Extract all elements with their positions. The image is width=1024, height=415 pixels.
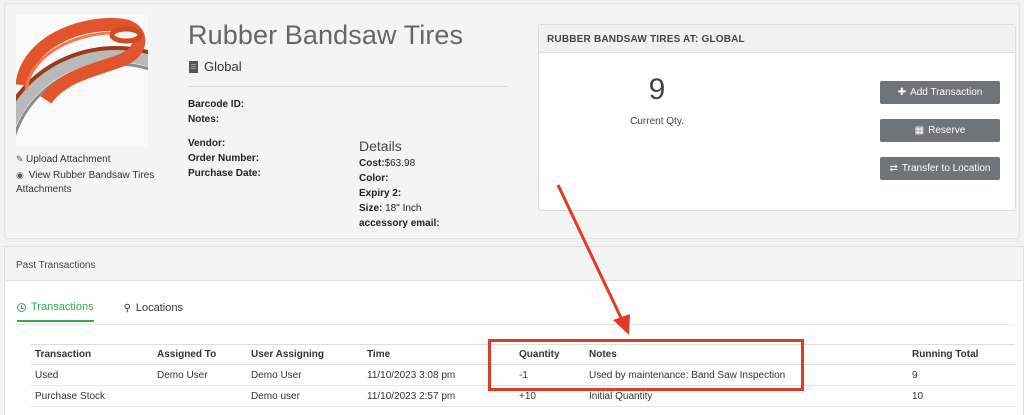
location-stock-panel: RUBBER BANDSAW TIRES AT: GLOBAL 9 Curren… — [538, 24, 1016, 211]
identity-fields: Barcode ID: Notes: — [188, 97, 244, 127]
view-attachments-link[interactable]: ◉ View Rubber Bandsaw Tires Attachments — [16, 168, 181, 198]
table-cell — [153, 385, 247, 407]
table-cell: Demo user — [247, 385, 363, 407]
field-label: Barcode ID: — [188, 99, 245, 110]
field-label: Order Number: — [188, 153, 260, 164]
transfer-arrows-icon: ⇄ — [889, 163, 898, 174]
tab-locations-label: Locations — [135, 302, 183, 314]
field-label: Expiry 2: — [359, 188, 402, 199]
item-location: Global — [189, 59, 242, 74]
view-attachments-label: View Rubber Bandsaw Tires Attachments — [16, 169, 155, 196]
detail-size: Size: 18" Inch — [359, 201, 440, 216]
table-cell: 11/10/2023 2:57 pm — [363, 385, 515, 407]
table-cell: +10 — [515, 385, 585, 407]
field-label: Notes: — [188, 114, 220, 125]
past-transactions-header: Past Transactions — [5, 247, 1023, 281]
page-title: Rubber Bandsaw Tires — [188, 20, 464, 50]
past-transactions-panel: Past Transactions Transactions ⚲ Locatio… — [4, 246, 1024, 415]
details-heading: Details — [359, 138, 402, 154]
detail-color: Color: — [359, 171, 440, 186]
transactions-table: Transaction Assigned To User Assigning T… — [31, 344, 1015, 407]
transfer-to-location-button[interactable]: ⇄ Transfer to Location — [880, 157, 1000, 180]
purchase-fields: Vendor: Order Number: Purchase Date: — [188, 136, 261, 181]
table-cell: Initial Quantity — [585, 385, 908, 407]
table-cell: 9 — [908, 364, 1015, 386]
table-cell: Used by maintenance: Band Saw Inspection — [585, 364, 908, 386]
table-cell: Demo User — [247, 364, 363, 386]
field-label: Cost: — [359, 158, 385, 169]
building-icon — [189, 60, 198, 73]
field-barcode: Barcode ID: — [188, 97, 244, 112]
table-cell: 11/10/2023 3:08 pm — [363, 364, 515, 386]
detail-expiry: Expiry 2: — [359, 186, 440, 201]
detail-cost: Cost:$63.98 — [359, 156, 440, 171]
map-pin-icon: ⚲ — [123, 302, 131, 314]
table-header-row: Transaction Assigned To User Assigning T… — [31, 344, 1015, 365]
table-row[interactable]: Purchase Stock Demo user 11/10/2023 2:57… — [31, 385, 1015, 407]
table-cell: -1 — [515, 364, 585, 386]
field-label: Vendor: — [188, 138, 226, 149]
table-row[interactable]: Used Demo User Demo User 11/10/2023 3:08… — [31, 364, 1015, 386]
column-header: Quantity — [515, 344, 585, 365]
field-label: Color: — [359, 173, 389, 184]
reserve-button[interactable]: ▦ Reserve — [880, 119, 1000, 142]
divider — [188, 86, 508, 87]
column-header: Time — [363, 344, 515, 365]
add-transaction-button[interactable]: ✚ Add Transaction — [880, 81, 1000, 104]
field-value: 18" Inch — [382, 203, 422, 214]
table-cell: Purchase Stock — [31, 385, 153, 407]
transfer-label: Transfer to Location — [901, 163, 991, 174]
reserve-label: Reserve — [928, 125, 966, 136]
field-value: $63.98 — [384, 158, 416, 169]
column-header: Transaction — [31, 344, 153, 365]
column-header: Notes — [585, 344, 908, 365]
tab-transactions[interactable]: Transactions — [17, 301, 94, 322]
add-transaction-label: Add Transaction — [910, 87, 983, 98]
location-name: Global — [204, 59, 242, 74]
details-section: Details Cost:$63.98 Color: Expiry 2: Siz… — [359, 138, 440, 231]
field-label: Purchase Date: — [188, 168, 261, 179]
tabs-divider — [15, 324, 1015, 325]
field-vendor: Vendor: — [188, 136, 261, 151]
clock-icon — [17, 302, 26, 312]
paperclip-icon: ✎ — [16, 154, 24, 164]
column-header: Assigned To — [153, 344, 247, 365]
tab-transactions-label: Transactions — [31, 301, 94, 313]
field-order-number: Order Number: — [188, 151, 261, 166]
field-purchase-date: Purchase Date: — [188, 166, 261, 181]
detail-accessory-email: accessory email: — [359, 216, 440, 231]
current-qty-label: Current Qty. — [630, 116, 684, 127]
item-photo — [16, 15, 148, 147]
upload-attachment-link[interactable]: ✎ Upload Attachment — [16, 152, 181, 168]
upload-attachment-label: Upload Attachment — [26, 154, 111, 165]
table-cell: Used — [31, 364, 153, 386]
location-panel-header: RUBBER BANDSAW TIRES AT: GLOBAL — [539, 25, 1015, 53]
column-header: User Assigning — [247, 344, 363, 365]
field-label: Size: — [359, 203, 383, 214]
field-notes: Notes: — [188, 112, 244, 127]
eye-icon: ◉ — [16, 169, 24, 180]
attachment-links: ✎ Upload Attachment ◉ View Rubber Bandsaw… — [16, 152, 181, 198]
current-qty-value: 9 — [648, 73, 666, 106]
column-header: Running Total — [908, 344, 1015, 365]
calendar-icon: ▦ — [914, 125, 925, 136]
transaction-tabs: Transactions ⚲ Locations — [17, 301, 213, 322]
field-label: accessory email: — [359, 218, 440, 229]
plus-icon: ✚ — [897, 87, 907, 98]
tab-locations[interactable]: ⚲ Locations — [124, 301, 183, 322]
table-cell: Demo User — [153, 364, 247, 386]
table-cell: 10 — [908, 385, 1015, 407]
